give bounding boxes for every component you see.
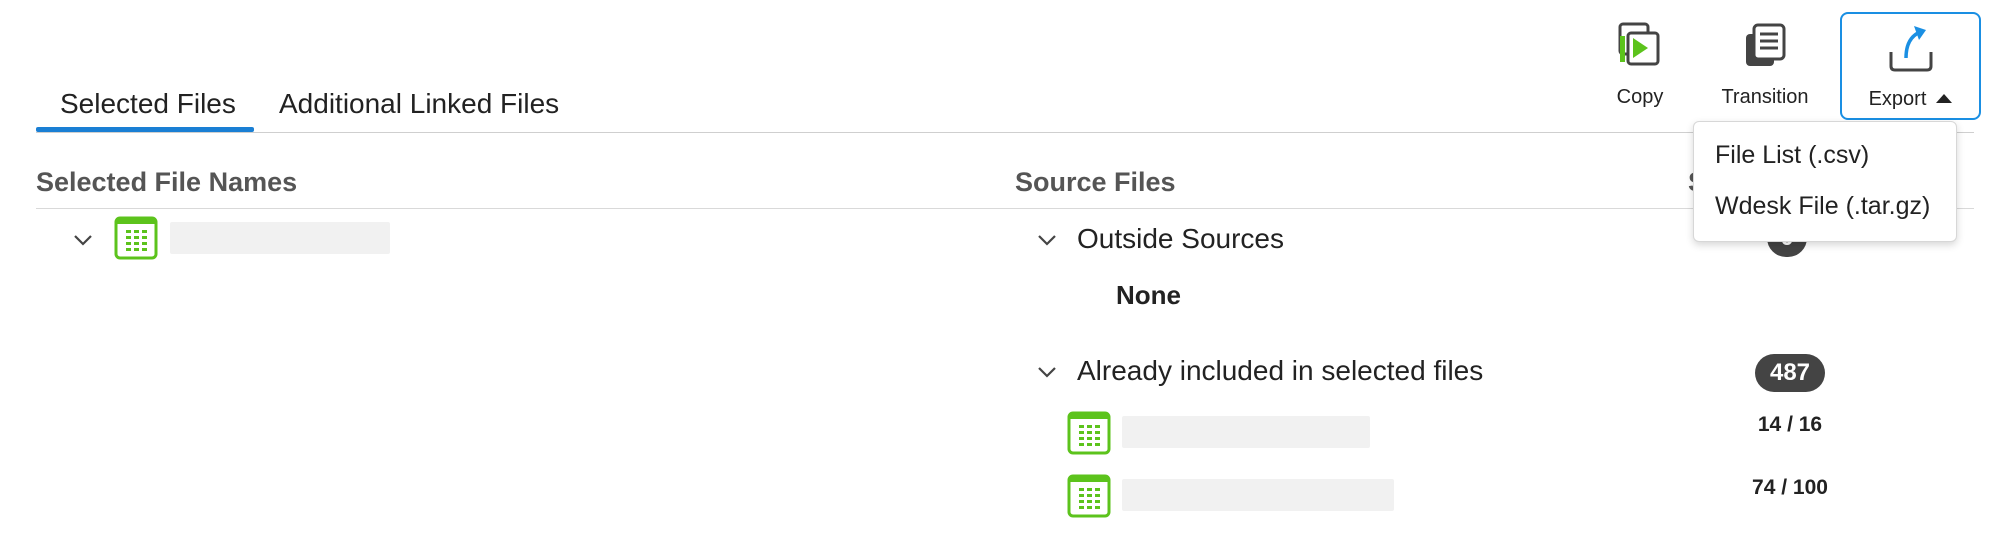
spreadsheet-icon <box>1067 474 1111 518</box>
spreadsheet-icon <box>114 216 158 260</box>
copy-button[interactable]: Copy <box>1590 12 1690 120</box>
transition-button[interactable]: Transition <box>1700 12 1830 120</box>
tabs-divider <box>36 132 1974 133</box>
transition-label: Transition <box>1721 86 1809 108</box>
outside-sources-empty-text: None <box>1116 280 1181 310</box>
spreadsheet-icon <box>1067 411 1111 455</box>
export-menu: File List (.csv) Wdesk File (.tar.gz) <box>1693 121 1957 242</box>
selected-file-names-header: Selected File Names <box>36 167 298 197</box>
caret-up-icon <box>1936 94 1953 103</box>
transition-icon <box>1746 23 1786 66</box>
export-button[interactable]: Export <box>1840 12 1981 120</box>
source-files-header: Source Files <box>1015 167 1176 197</box>
copy-icon <box>1618 22 1660 66</box>
already-included-label: Already included in selected files <box>1077 355 1484 386</box>
export-wdesk-file-targz[interactable]: Wdesk File (.tar.gz) <box>1715 192 1930 221</box>
tab-additional-linked-files[interactable]: Additional Linked Files <box>279 88 559 120</box>
export-icon <box>1889 26 1932 72</box>
export-file-list-csv[interactable]: File List (.csv) <box>1715 141 1869 170</box>
included-file-name[interactable] <box>1122 416 1370 448</box>
chevron-down-icon[interactable] <box>1034 227 1060 253</box>
copy-label: Copy <box>1616 86 1664 108</box>
export-label: Export <box>1868 88 1927 110</box>
included-file-ratio: 74 / 100 <box>1752 476 1828 499</box>
header-divider <box>36 208 1974 209</box>
included-file-ratio: 14 / 16 <box>1757 413 1823 436</box>
chevron-down-icon[interactable] <box>1034 359 1060 385</box>
included-file-name[interactable] <box>1122 479 1394 511</box>
outside-sources-label: Outside Sources <box>1077 223 1284 254</box>
tab-selected-files[interactable]: Selected Files <box>60 88 236 120</box>
selected-file-name[interactable] <box>170 222 390 254</box>
already-included-count-badge: 487 <box>1755 354 1825 392</box>
export-label-row: Export <box>1842 88 1979 111</box>
chevron-down-icon[interactable] <box>70 227 96 253</box>
